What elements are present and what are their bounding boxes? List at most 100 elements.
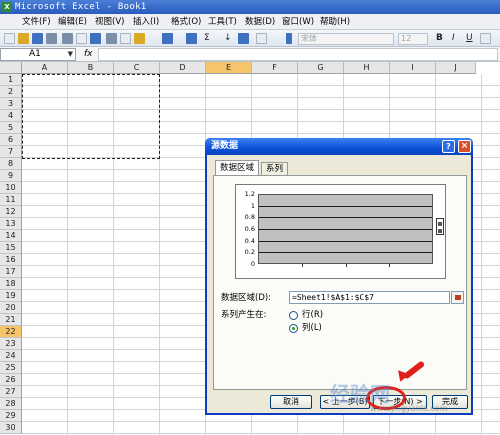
- row-header-30[interactable]: 30: [0, 422, 22, 434]
- collapse-dialog-icon[interactable]: [451, 291, 464, 304]
- row-header-1[interactable]: 1: [0, 74, 22, 86]
- row-header-6[interactable]: 6: [0, 134, 22, 146]
- row-header-19[interactable]: 19: [0, 290, 22, 302]
- row-header-18[interactable]: 18: [0, 278, 22, 290]
- close-button[interactable]: ×: [458, 140, 471, 153]
- row-header-28[interactable]: 28: [0, 398, 22, 410]
- hyperlink-icon[interactable]: [186, 33, 197, 44]
- menu-help[interactable]: 帮助(H): [320, 16, 350, 28]
- series-in-rows-label: 行(R): [302, 310, 324, 320]
- column-header-I[interactable]: I: [390, 62, 436, 74]
- spelling-icon[interactable]: [90, 33, 101, 44]
- open-icon[interactable]: [18, 33, 29, 44]
- row-header-21[interactable]: 21: [0, 314, 22, 326]
- row-header-14[interactable]: 14: [0, 230, 22, 242]
- autosum-icon[interactable]: Σ: [204, 32, 210, 44]
- row-header-16[interactable]: 16: [0, 254, 22, 266]
- row-header-23[interactable]: 23: [0, 338, 22, 350]
- name-box[interactable]: A1 ▼: [0, 48, 76, 61]
- help-icon[interactable]: [256, 33, 267, 44]
- permission-icon[interactable]: [46, 33, 57, 44]
- tab-series[interactable]: 系列: [261, 162, 289, 176]
- row-header-20[interactable]: 20: [0, 302, 22, 314]
- row-header-4[interactable]: 4: [0, 110, 22, 122]
- chart-wizard-icon[interactable]: [238, 33, 249, 44]
- menu-file[interactable]: 文件(F): [22, 16, 51, 28]
- row-header-9[interactable]: 9: [0, 170, 22, 182]
- undo-icon[interactable]: [162, 33, 173, 44]
- row-header-8[interactable]: 8: [0, 158, 22, 170]
- new-icon[interactable]: [4, 33, 15, 44]
- column-header-E[interactable]: E: [206, 62, 252, 74]
- row-header-17[interactable]: 17: [0, 266, 22, 278]
- series-in-columns-radio[interactable]: [289, 324, 298, 333]
- chart-gridline: [259, 240, 432, 242]
- column-header-H[interactable]: H: [344, 62, 390, 74]
- print-icon[interactable]: [62, 33, 73, 44]
- align-left-icon[interactable]: [480, 33, 491, 44]
- toolbar-options-icon[interactable]: [286, 33, 292, 44]
- sort-ascending-icon[interactable]: ↓: [224, 32, 232, 44]
- row-header-15[interactable]: 15: [0, 242, 22, 254]
- cut-icon[interactable]: [106, 33, 117, 44]
- chevron-down-icon[interactable]: ▼: [68, 49, 73, 60]
- annotation-circle: [366, 386, 406, 410]
- function-icon[interactable]: fx: [84, 48, 93, 61]
- row-header-7[interactable]: 7: [0, 146, 22, 158]
- column-header-D[interactable]: D: [160, 62, 206, 74]
- row-header-13[interactable]: 13: [0, 218, 22, 230]
- italic-button[interactable]: I: [452, 32, 455, 44]
- column-header-G[interactable]: G: [298, 62, 344, 74]
- help-button[interactable]: ?: [442, 140, 455, 153]
- print-preview-icon[interactable]: [76, 33, 87, 44]
- dialog-title-bar: 源数据 ? ×: [205, 138, 473, 155]
- row-header-26[interactable]: 26: [0, 374, 22, 386]
- dialog-title: 源数据: [211, 141, 239, 151]
- formula-input[interactable]: [98, 48, 498, 61]
- row-header-22[interactable]: 22: [0, 326, 22, 338]
- select-all-corner[interactable]: [0, 62, 22, 74]
- menu-edit[interactable]: 编辑(E): [58, 16, 87, 28]
- menu-data[interactable]: 数据(D): [245, 16, 275, 28]
- row-header-24[interactable]: 24: [0, 350, 22, 362]
- font-name-select[interactable]: 宋体: [298, 33, 394, 45]
- data-range-input[interactable]: =Sheet1!$A$1:$C$7: [289, 291, 450, 304]
- row-header-12[interactable]: 12: [0, 206, 22, 218]
- column-header-C[interactable]: C: [114, 62, 160, 74]
- source-data-dialog: 源数据 ? × 数据区域 系列 1.2 1 0.8 0.6 0.4 0.2 0 数据区域(D…: [205, 138, 473, 415]
- copy-icon[interactable]: [120, 33, 131, 44]
- column-header-A[interactable]: A: [22, 62, 68, 74]
- name-box-value: A1: [29, 49, 41, 59]
- font-size-select[interactable]: 12: [398, 33, 428, 45]
- row-header-25[interactable]: 25: [0, 362, 22, 374]
- row-header-2[interactable]: 2: [0, 86, 22, 98]
- paste-icon[interactable]: [134, 33, 145, 44]
- underline-button[interactable]: U: [466, 32, 473, 44]
- row-header-5[interactable]: 5: [0, 122, 22, 134]
- row-header-11[interactable]: 11: [0, 194, 22, 206]
- menu-window[interactable]: 窗口(W): [282, 16, 314, 28]
- row-header-10[interactable]: 10: [0, 182, 22, 194]
- tab-data-range[interactable]: 数据区域: [215, 160, 260, 176]
- y-tick-label: 1: [250, 201, 255, 210]
- row-header-3[interactable]: 3: [0, 98, 22, 110]
- back-button[interactable]: < 上一步(B): [320, 395, 370, 409]
- chart-gridline: [259, 229, 432, 230]
- bold-button[interactable]: B: [436, 32, 443, 44]
- finish-button[interactable]: 完成: [432, 395, 468, 409]
- column-header-F[interactable]: F: [252, 62, 298, 74]
- chart-gridline: [259, 252, 432, 254]
- cancel-button[interactable]: 取消: [270, 395, 312, 409]
- copy-marquee-selection: [22, 74, 160, 159]
- row-header-27[interactable]: 27: [0, 386, 22, 398]
- menu-tools[interactable]: 工具(T): [208, 16, 237, 28]
- menu-insert[interactable]: 插入(I): [133, 16, 159, 28]
- series-in-rows-radio[interactable]: [289, 311, 298, 320]
- menu-view[interactable]: 视图(V): [95, 16, 124, 28]
- menu-format[interactable]: 格式(O): [171, 16, 201, 28]
- column-header-B[interactable]: B: [68, 62, 114, 74]
- row-header-29[interactable]: 29: [0, 410, 22, 422]
- save-icon[interactable]: [32, 33, 43, 44]
- chart-gridline: [259, 217, 432, 219]
- column-header-J[interactable]: J: [436, 62, 476, 74]
